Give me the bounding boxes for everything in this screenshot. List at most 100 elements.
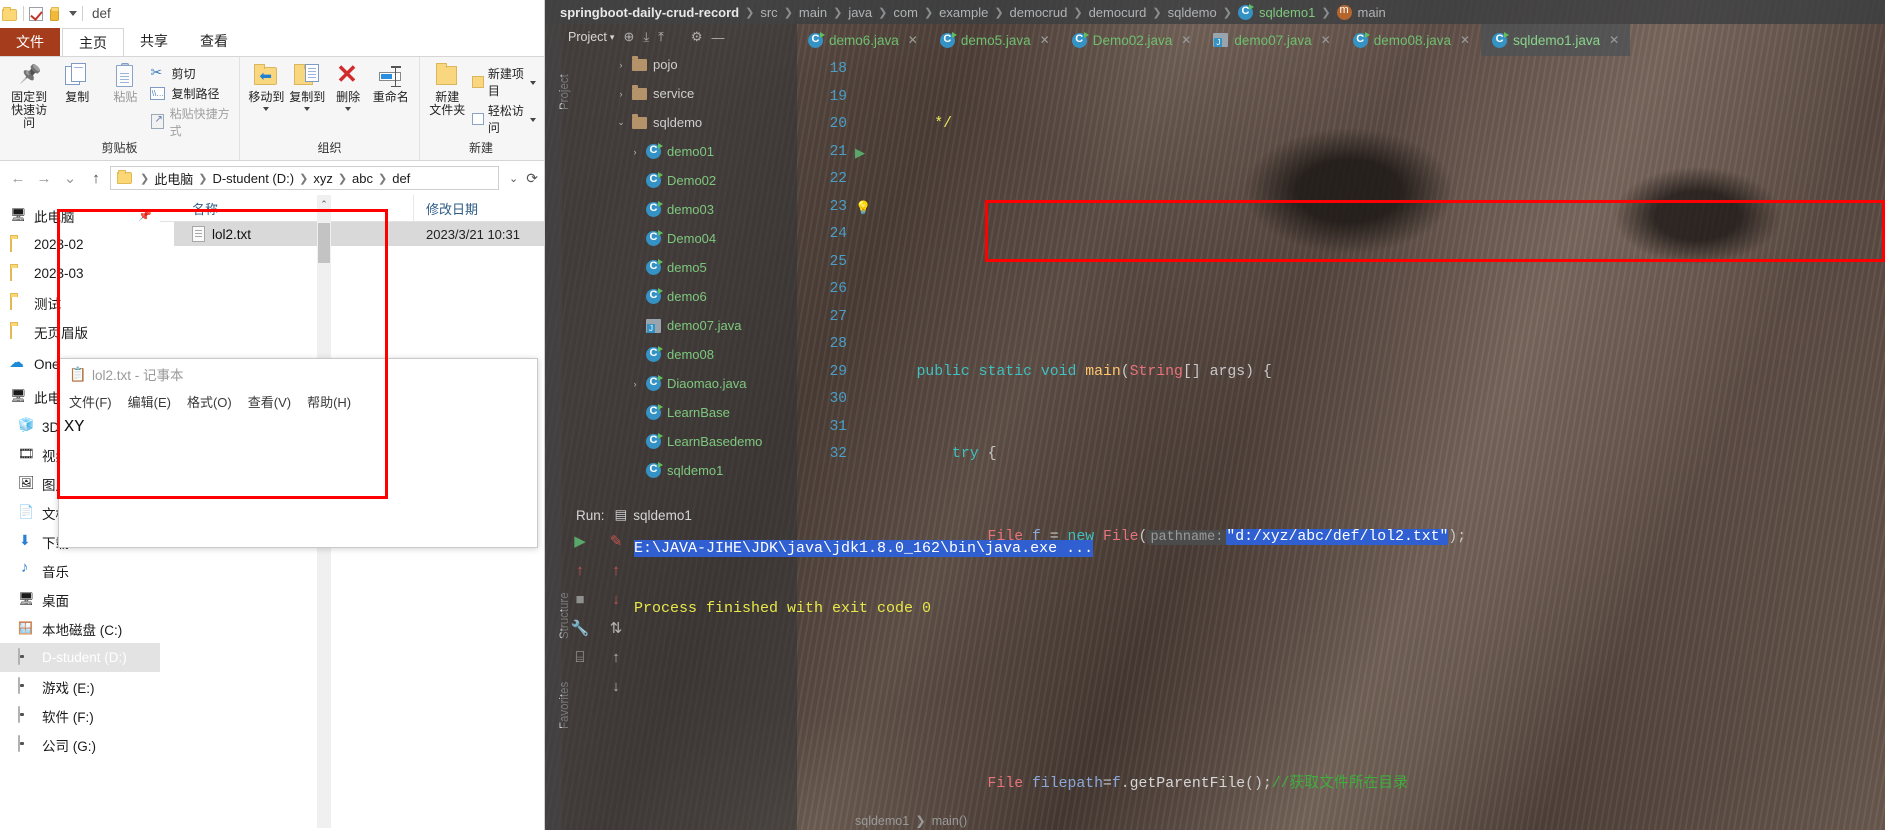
copy-to-button[interactable]: 复制到 bbox=[287, 61, 328, 111]
down-arrow-icon[interactable]: ↓ bbox=[612, 592, 620, 607]
target-icon[interactable]: ⊕ bbox=[623, 29, 634, 45]
menu-file[interactable]: 文件(F) bbox=[69, 392, 112, 411]
navbar-current-method[interactable]: main bbox=[1358, 5, 1386, 20]
address-bar[interactable]: ❯ 此电脑 ❯ D-student (D:) ❯ xyz ❯ abc ❯ def bbox=[110, 166, 500, 190]
navbar-democrud[interactable]: democrud bbox=[1010, 5, 1068, 20]
nav-item-company-g[interactable]: 公司 (G:) bbox=[0, 730, 160, 759]
file-row-lol2[interactable]: lol2.txt 2023/3/21 10:31 bbox=[174, 222, 544, 246]
pin-icon[interactable]: 📌 bbox=[138, 209, 152, 222]
copy-button[interactable]: 复制 bbox=[54, 61, 100, 104]
project-tree-item-learnbasedemo[interactable]: LearnBasedemo bbox=[562, 427, 797, 456]
nav-item-d-student[interactable]: D-student (D:) bbox=[0, 643, 160, 672]
navbar-src[interactable]: src bbox=[760, 5, 777, 20]
nav-item-ceshi[interactable]: 测试 bbox=[0, 288, 160, 317]
navbar-democurd[interactable]: democurd bbox=[1089, 5, 1147, 20]
project-tree-item-demo5[interactable]: demo5 bbox=[562, 253, 797, 282]
nav-item-desktop[interactable]: 桌面 bbox=[0, 585, 160, 614]
nav-item-this-pc-quick[interactable]: 此电脑 📌 bbox=[0, 201, 160, 230]
stop-icon[interactable]: ■ bbox=[575, 592, 584, 607]
expand-icon[interactable]: ⤒ bbox=[658, 29, 664, 45]
run-tab-sqldemo1[interactable]: ▤ sqldemo1 bbox=[615, 507, 692, 523]
move-to-caret-icon[interactable] bbox=[263, 107, 270, 111]
scroll-down-icon[interactable]: ↓ bbox=[612, 679, 620, 694]
forward-button[interactable]: → bbox=[32, 166, 56, 190]
close-icon[interactable]: ✕ bbox=[1181, 33, 1191, 47]
close-icon[interactable]: ✕ bbox=[1609, 33, 1619, 47]
minimize-icon[interactable]: — bbox=[712, 30, 725, 45]
menu-view[interactable]: 查看(V) bbox=[248, 392, 291, 411]
column-header-name[interactable]: 名称 bbox=[174, 195, 414, 221]
project-tree-item-sqldemo1[interactable]: sqldemo1 bbox=[562, 456, 797, 485]
project-tree-item-demo04[interactable]: Demo04 bbox=[562, 224, 797, 253]
ribbon-tab-home[interactable]: 主页 bbox=[62, 28, 124, 56]
breadcrumb-abc[interactable]: abc bbox=[352, 171, 373, 186]
back-button[interactable]: ← bbox=[6, 166, 30, 190]
wrench-icon[interactable]: 🔧 bbox=[571, 621, 590, 636]
recent-locations-button[interactable]: ⌄ bbox=[58, 166, 82, 190]
easy-access-caret-icon[interactable] bbox=[530, 117, 536, 122]
up-button[interactable]: ↑ bbox=[84, 166, 108, 190]
breadcrumb-this-pc[interactable]: 此电脑 bbox=[154, 169, 193, 188]
nav-item-music[interactable]: 音乐 bbox=[0, 556, 160, 585]
rename-button[interactable]: 重命名 bbox=[368, 61, 413, 104]
editor-tab-sqldemo1[interactable]: sqldemo1.java ✕ bbox=[1481, 24, 1631, 56]
project-tree-item-learnbase[interactable]: LearnBase bbox=[562, 398, 797, 427]
project-panel-title[interactable]: Project ▾ bbox=[568, 30, 614, 44]
paste-button[interactable]: 粘贴 bbox=[102, 61, 148, 104]
up-arrow-icon[interactable]: ↑ bbox=[612, 563, 620, 578]
breadcrumb-d-drive[interactable]: D-student (D:) bbox=[212, 171, 294, 186]
navbar-main[interactable]: main bbox=[799, 5, 827, 20]
collapse-all-icon[interactable]: ⤓ bbox=[643, 29, 649, 45]
refresh-icon[interactable]: ⟳ bbox=[526, 170, 538, 187]
nav-item-games-e[interactable]: 游戏 (E:) bbox=[0, 672, 160, 701]
editor-tab-demo08[interactable]: demo08.java ✕ bbox=[1342, 24, 1481, 56]
project-tree-item-sqldemo[interactable]: ⌄ sqldemo bbox=[562, 108, 797, 137]
copy-to-caret-icon[interactable] bbox=[304, 107, 311, 111]
nav-item-software-f[interactable]: 软件 (F:) bbox=[0, 701, 160, 730]
breadcrumb-def[interactable]: def bbox=[392, 171, 410, 186]
delete-button[interactable]: 删除 bbox=[328, 60, 369, 111]
breadcrumb-xyz[interactable]: xyz bbox=[313, 171, 333, 186]
edit-icon[interactable]: ✎ bbox=[610, 534, 623, 549]
chevron-right-icon[interactable]: › bbox=[616, 60, 626, 70]
menu-edit[interactable]: 编辑(E) bbox=[128, 392, 171, 411]
close-icon[interactable]: ✕ bbox=[908, 33, 918, 47]
navbar-java[interactable]: java bbox=[848, 5, 872, 20]
ribbon-tab-file[interactable]: 文件 bbox=[0, 28, 60, 56]
intention-bulb-icon[interactable]: 💡 bbox=[855, 194, 881, 222]
ribbon-tab-share[interactable]: 共享 bbox=[124, 27, 184, 56]
project-tree-item-demo07[interactable]: demo07.java bbox=[562, 311, 797, 340]
sort-icon[interactable]: ⇅ bbox=[610, 621, 623, 636]
notepad-window[interactable]: lol2.txt - 记事本 文件(F) 编辑(E) 格式(O) 查看(V) 帮… bbox=[58, 358, 538, 548]
project-tree-item-service[interactable]: › service bbox=[562, 79, 797, 108]
navbar-example[interactable]: example bbox=[939, 5, 988, 20]
editor-tab-demo07[interactable]: demo07.java ✕ bbox=[1202, 24, 1341, 56]
gear-icon[interactable]: ⚙ bbox=[691, 29, 703, 45]
close-icon[interactable]: ✕ bbox=[1460, 33, 1470, 47]
scroll-up-icon[interactable]: ⌃ bbox=[317, 195, 331, 213]
scroll-up-icon[interactable]: ↑ bbox=[612, 650, 620, 665]
cut-button[interactable]: 剪切 bbox=[150, 64, 233, 82]
ribbon-tab-view[interactable]: 查看 bbox=[184, 27, 244, 56]
menu-format[interactable]: 格式(O) bbox=[187, 392, 232, 411]
address-dropdown-icon[interactable]: ⌄ bbox=[509, 172, 518, 185]
nav-item-2023-02[interactable]: 2023-02 bbox=[0, 230, 160, 259]
quick-access-toolbar-caret-icon[interactable] bbox=[69, 11, 77, 16]
chevron-right-icon[interactable]: › bbox=[630, 379, 640, 389]
paste-shortcut-button[interactable]: 粘贴快捷方式 bbox=[150, 105, 233, 139]
checkbox-icon[interactable] bbox=[29, 6, 43, 21]
scrollbar-thumb[interactable] bbox=[318, 223, 330, 263]
column-header-date[interactable]: 修改日期 bbox=[414, 195, 544, 221]
project-tree-item-demo6[interactable]: demo6 bbox=[562, 282, 797, 311]
editor-tab-demo02[interactable]: Demo02.java ✕ bbox=[1061, 24, 1203, 56]
copy-path-button[interactable]: \\… 复制路径 bbox=[150, 85, 233, 102]
new-item-button[interactable]: 新建项目 bbox=[471, 65, 536, 99]
chevron-down-icon[interactable]: ⌄ bbox=[616, 117, 626, 128]
nav-item-2023-03[interactable]: 2023-03 bbox=[0, 259, 160, 288]
delete-caret-icon[interactable] bbox=[345, 107, 352, 111]
project-tree-item-demo01[interactable]: › demo01 bbox=[562, 137, 797, 166]
notepad-text-area[interactable]: XY bbox=[60, 415, 536, 546]
project-tree-item-demo03[interactable]: demo03 bbox=[562, 195, 797, 224]
project-tree-item-pojo[interactable]: › pojo bbox=[562, 50, 797, 79]
editor-tab-demo5[interactable]: demo5.java ✕ bbox=[929, 24, 1061, 56]
